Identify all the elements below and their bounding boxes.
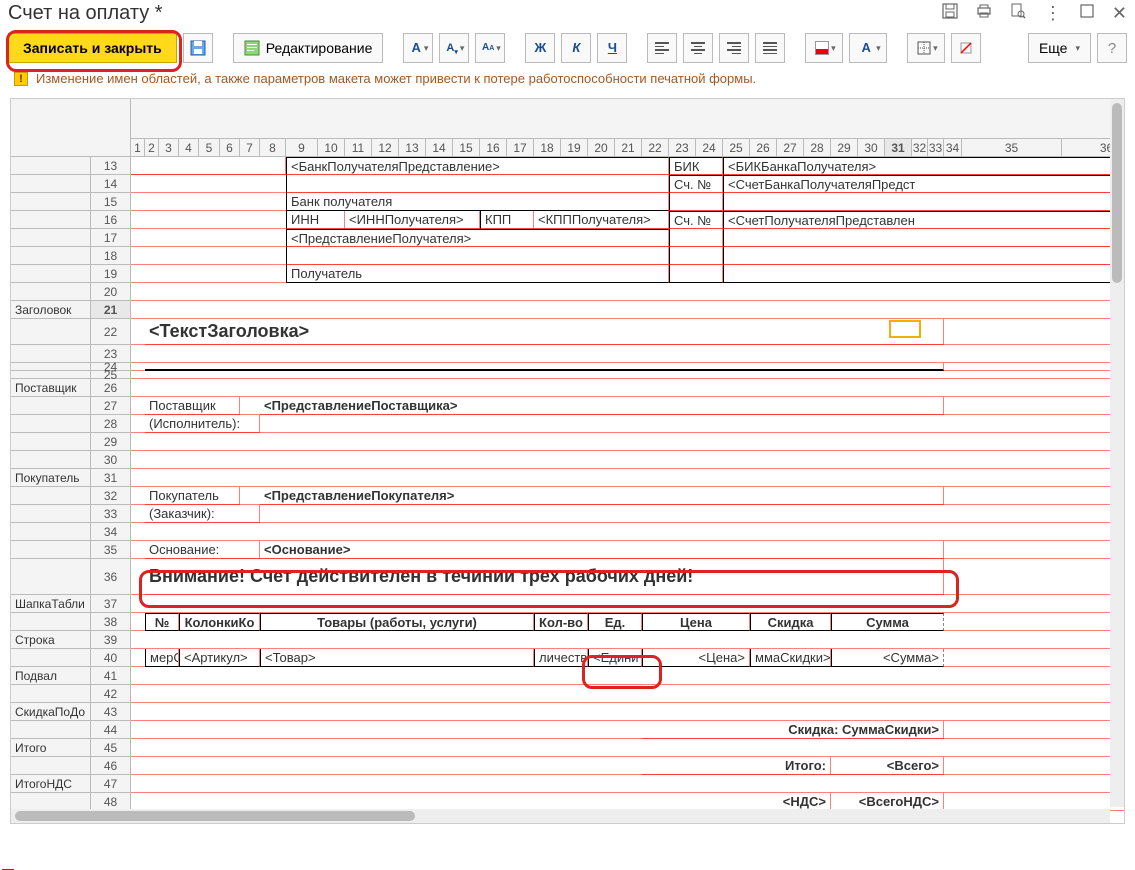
more-button[interactable]: Еще▾ <box>1028 33 1091 63</box>
border-button[interactable]: ▾ <box>907 33 945 63</box>
restore-icon[interactable] <box>1080 4 1094 23</box>
font-name-button[interactable]: А▾▾ <box>439 33 469 63</box>
warning-icon: ! <box>14 72 28 86</box>
save-button[interactable] <box>183 33 213 63</box>
font-size-button[interactable]: АА▾ <box>475 33 505 63</box>
help-button[interactable]: ? <box>1097 33 1127 63</box>
align-left-button[interactable] <box>647 33 677 63</box>
align-justify-button[interactable] <box>755 33 785 63</box>
preview-icon[interactable] <box>1010 3 1026 24</box>
scrollbar-vertical[interactable] <box>1110 99 1124 807</box>
align-right-button[interactable] <box>719 33 749 63</box>
spreadsheet[interactable]: 1234567891011121314151617181920212223242… <box>10 98 1125 824</box>
close-icon[interactable]: ✕ <box>1112 3 1127 24</box>
bold-button[interactable]: Ж <box>525 33 555 63</box>
font-color-button[interactable]: А▾ <box>403 33 433 63</box>
edit-button[interactable]: Редактирование <box>233 33 384 63</box>
page-title: Счет на оплату * <box>8 2 163 25</box>
print-icon[interactable] <box>976 3 992 24</box>
save-close-button[interactable]: Записать и закрыть <box>8 33 177 63</box>
scrollbar-horizontal[interactable] <box>11 809 1110 823</box>
more-dots-icon[interactable]: ⋮ <box>1044 3 1062 24</box>
text-color-button[interactable]: А▾ <box>849 33 887 63</box>
align-center-button[interactable] <box>683 33 713 63</box>
bg-color-button[interactable]: ▾ <box>805 33 843 63</box>
underline-button[interactable]: Ч <box>597 33 627 63</box>
warning-text: Изменение имен областей, а также парамет… <box>36 71 756 86</box>
italic-button[interactable]: К <box>561 33 591 63</box>
save-floppy-icon[interactable] <box>942 3 958 24</box>
clear-format-button[interactable] <box>951 33 981 63</box>
